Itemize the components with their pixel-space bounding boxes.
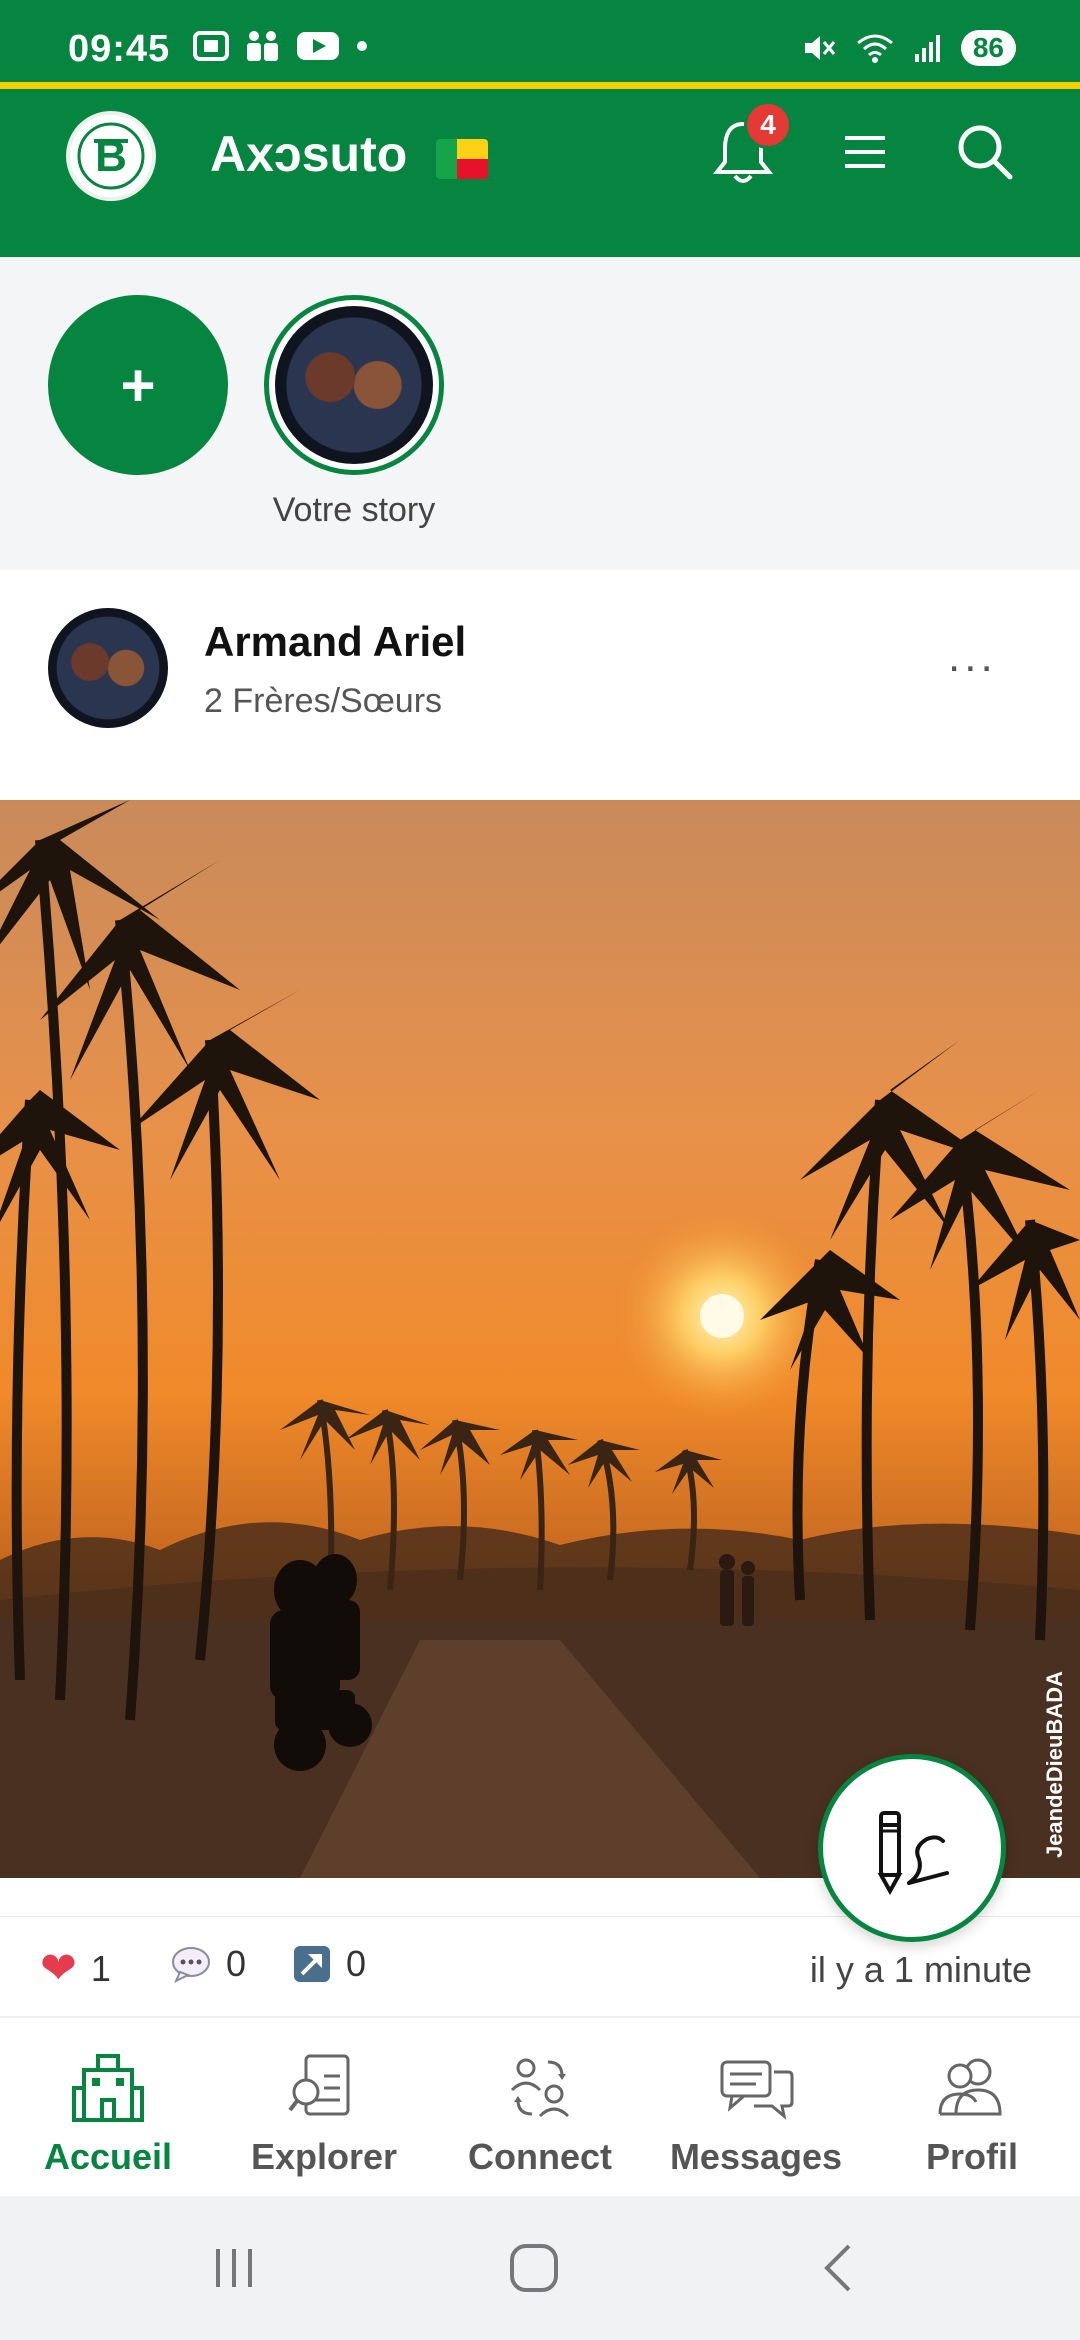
nav-accueil[interactable]: Accueil: [8, 2048, 208, 2178]
home-button[interactable]: [494, 2236, 574, 2300]
app-header: B Axɔsuto 4: [0, 89, 1080, 257]
accent-line: [0, 82, 1080, 89]
nav-messages[interactable]: Messages: [656, 2048, 856, 2178]
pencil-write-icon: [877, 1811, 949, 1896]
nav-label-profil: Profil: [925, 2136, 1018, 2177]
system-navigation-bar: [0, 2196, 1080, 2340]
story-item[interactable]: [264, 295, 444, 475]
add-story-button[interactable]: +: [48, 295, 228, 475]
post-subtitle: 2 Frères/Sœurs: [204, 682, 443, 720]
search-button[interactable]: [940, 107, 1030, 197]
compose-post-button[interactable]: [818, 1754, 1006, 1942]
more-options-button[interactable]: ...: [948, 632, 997, 682]
nav-label-explorer: Explorer: [250, 2136, 398, 2177]
connect-icon: [510, 2058, 570, 2118]
share-arrow-icon: [294, 1946, 330, 1982]
status-right-icons: 86: [801, 30, 1016, 66]
nav-explorer[interactable]: Explorer: [224, 2048, 424, 2178]
nav-label-messages: Messages: [669, 2136, 843, 2177]
messages-icon: [720, 2060, 794, 2120]
story-avatar: [275, 306, 433, 464]
teams-icon: [247, 31, 278, 61]
wifi-icon: [856, 34, 893, 63]
recent-apps-button[interactable]: [194, 2236, 274, 2300]
image-watermark: JeandeDieuBADA: [1042, 1670, 1067, 1858]
nav-label-connect: Connect: [468, 2136, 612, 2177]
sunset-palm-scene: [0, 800, 1080, 1878]
comment-count: 0: [226, 1943, 247, 1984]
stories-bar: + Votre story: [0, 257, 1080, 570]
bottom-navigation: Accueil Explorer Connect Messages Profil: [0, 2018, 1080, 2196]
post-time: il y a 1 minute: [809, 1949, 1032, 1990]
post-author-name[interactable]: Armand Ariel: [204, 618, 466, 666]
battery-level: 86: [960, 30, 1016, 66]
back-button[interactable]: [798, 2236, 878, 2300]
mute-icon: [804, 36, 835, 60]
comment-button[interactable]: 0: [170, 1943, 246, 1985]
post-author-avatar[interactable]: [48, 608, 168, 728]
post-image[interactable]: JeandeDieuBADA: [0, 800, 1080, 1878]
building-icon: [72, 2054, 144, 2122]
hamburger-icon: [845, 136, 885, 168]
status-left-icons: [192, 30, 370, 62]
recent-apps-icon: [216, 2249, 252, 2287]
notification-badge: 4: [744, 101, 792, 149]
heart-icon: ❤: [40, 1944, 77, 1993]
back-icon: [824, 2244, 851, 2292]
dot-icon: [357, 41, 367, 51]
status-bar: 09:45 86: [0, 0, 1080, 82]
speech-bubble-icon: [172, 1947, 210, 1983]
like-count: 1: [90, 1947, 111, 1989]
nav-label-accueil: Accueil: [43, 2136, 173, 2177]
share-button[interactable]: 0: [292, 1943, 366, 1985]
story-label: Votre story: [272, 491, 436, 529]
post-header: Armand Ariel 2 Frères/Sœurs ...: [0, 570, 1080, 800]
app-title: Axɔsuto: [210, 126, 408, 182]
menu-button[interactable]: [820, 107, 910, 197]
youtube-icon: [297, 32, 339, 60]
nav-connect[interactable]: Connect: [440, 2048, 640, 2178]
app-logo[interactable]: B: [66, 111, 156, 201]
logo-icon: B: [77, 122, 145, 190]
status-time: 09:45: [68, 28, 171, 70]
search-icon: [958, 125, 1013, 180]
screenshot-icon: [193, 31, 229, 61]
signal-icon: [914, 35, 940, 62]
like-button[interactable]: ❤ 1: [40, 1943, 111, 1994]
home-icon: [510, 2244, 558, 2292]
benin-flag-icon: [436, 139, 488, 179]
profile-icon: [938, 2058, 1002, 2116]
plus-icon: +: [120, 351, 156, 419]
nav-profil[interactable]: Profil: [872, 2048, 1072, 2178]
share-count: 0: [346, 1943, 367, 1984]
explore-icon: [288, 2054, 350, 2116]
